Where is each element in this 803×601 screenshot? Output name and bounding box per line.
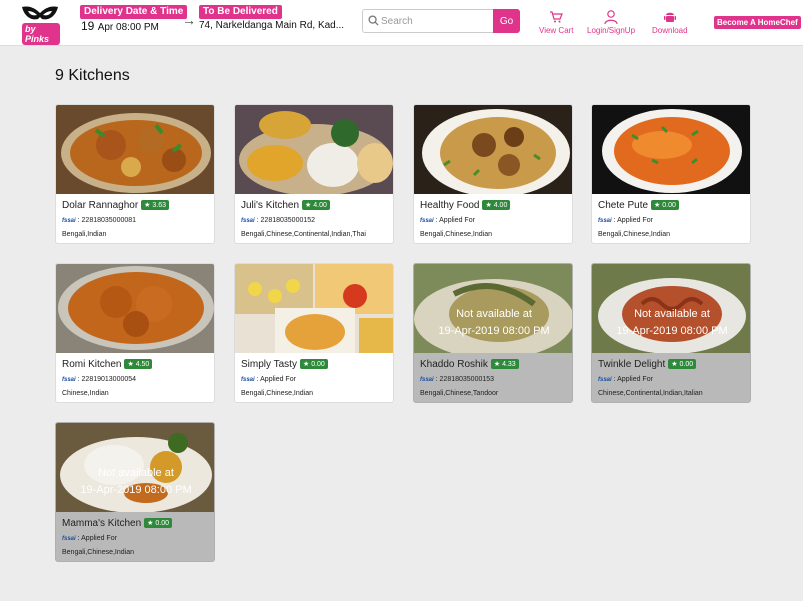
kitchen-card[interactable]: Simply Tasty ★ 0.00 fssai : Applied For B… [234, 263, 394, 403]
kitchen-name: Dolar Rannaghor ★ 3.63 [62, 200, 170, 211]
star-icon: ★ [127, 361, 134, 368]
license-info: fssai : 22818035000081 [62, 217, 137, 224]
star-icon: ★ [493, 361, 501, 368]
kitchen-card-unavailable[interactable]: Not available at 19-Apr-2019 08:00 PM Mam… [55, 422, 215, 562]
kitchen-name: Mamma's Kitchen ★ 0.00 [62, 518, 173, 529]
deliver-to-label[interactable]: To Be Delivered [199, 5, 282, 19]
kitchen-name: Romi Kitchen ★ 4.50 [62, 359, 153, 370]
search-input[interactable] [381, 13, 489, 29]
brand-logo[interactable]: by Pinks [20, 3, 60, 45]
cuisine-list: Bengali,Chinese,Indian [62, 549, 134, 556]
cuisine-list: Bengali,Chinese,Tandoor [420, 390, 499, 397]
cuisine-list: Bengali,Chinese,Continental,Indian,Thai [241, 231, 366, 238]
license-info: fssai : 22818035000153 [420, 376, 495, 383]
unavailable-notice: Not available at 19-Apr-2019 08:00 PM [616, 308, 728, 337]
delivery-date-value[interactable]: 19 Apr 08:00 PM [81, 19, 159, 33]
delivery-address[interactable]: 74, Narkeldanga Main Rd, Kad... [199, 20, 344, 31]
kitchen-name: Juli's Kitchen ★ 4.00 [241, 200, 330, 211]
search-go-button[interactable]: Go [493, 9, 520, 33]
star-icon: ★ [144, 202, 151, 209]
user-icon [604, 10, 618, 24]
android-icon [663, 12, 676, 22]
kitchen-name: Chete Pute ★ 0.00 [598, 200, 679, 211]
star-icon: ★ [305, 202, 312, 209]
unavailable-notice: Not available at 19-Apr-2019 08:00 PM [438, 308, 550, 337]
kitchen-card[interactable]: Healthy Food ★ 4.00 fssai : Applied For B… [413, 104, 573, 244]
login-signup-link[interactable]: Login/SignUp [587, 10, 635, 35]
page-title: 9 Kitchens [55, 67, 130, 84]
license-info: fssai : Applied For [62, 535, 117, 542]
food-image [56, 264, 214, 353]
kitchen-name: Twinkle Delight ★ 0.00 [598, 359, 697, 370]
fssai-logo: fssai [598, 218, 612, 224]
rating-badge: ★ 4.00 [302, 200, 330, 210]
fssai-logo: fssai [598, 377, 612, 383]
rating-badge: ★ 3.63 [141, 200, 170, 210]
license-info: fssai : 22818035000152 [241, 217, 316, 224]
view-cart-label: View Cart [539, 26, 574, 35]
kitchen-card-unavailable[interactable]: Not available at 19-Apr-2019 08:00 PM Kha… [413, 263, 573, 403]
kitchen-name: Simply Tasty ★ 0.00 [241, 359, 328, 370]
star-icon: ★ [485, 202, 492, 209]
rating-badge: ★ 4.00 [482, 200, 511, 210]
license-info: fssai : Applied For [241, 376, 296, 383]
fssai-logo: fssai [241, 377, 255, 383]
login-label: Login/SignUp [587, 26, 636, 35]
food-image [235, 105, 393, 194]
food-image [56, 105, 214, 194]
rating-badge: ★ 0.00 [144, 518, 173, 528]
rating-badge: ★ 0.00 [299, 359, 328, 369]
star-icon: ★ [147, 520, 154, 527]
download-label: Download [652, 26, 688, 35]
view-cart-link[interactable]: View Cart [539, 10, 574, 35]
kitchen-card-unavailable[interactable]: Not available at 19-Apr-2019 08:00 PM Twi… [591, 263, 751, 403]
unavailable-notice: Not available at 19-Apr-2019 08:00 PM [80, 467, 192, 496]
fssai-logo: fssai [241, 218, 255, 224]
kitchen-name: Healthy Food ★ 4.00 [420, 200, 511, 211]
rating-badge: ★ 0.00 [651, 200, 679, 210]
kitchen-card[interactable]: Chete Pute ★ 0.00 fssai : Applied For Ben… [591, 104, 751, 244]
delivery-date-label[interactable]: Delivery Date & Time [80, 5, 188, 19]
rating-badge: ★ 4.50 [124, 359, 153, 369]
license-info: fssai : Applied For [420, 217, 475, 224]
cuisine-list: Bengali,Indian [62, 231, 107, 238]
cuisine-list: Bengali,Chinese,Indian [598, 231, 670, 238]
kitchen-card[interactable]: Romi Kitchen ★ 4.50 fssai : 2281901300005… [55, 263, 215, 403]
top-header: by Pinks Delivery Date & Time 19 Apr 08:… [0, 0, 803, 46]
kitchen-name: Khaddo Roshik ★ 4.33 [420, 359, 519, 370]
star-icon: ★ [302, 361, 310, 368]
kitchen-card[interactable]: Dolar Rannaghor ★ 3.63 fssai : 2281803500… [55, 104, 215, 244]
food-image [592, 105, 750, 194]
star-icon: ★ [654, 202, 661, 209]
cuisine-list: Bengali,Chinese,Indian [420, 231, 492, 238]
fssai-logo: fssai [62, 218, 76, 224]
search-icon [368, 15, 379, 26]
become-homechef-button[interactable]: Become A HomeChef [714, 16, 801, 29]
cuisine-list: Chinese,Indian [62, 390, 109, 397]
search-box[interactable] [362, 9, 493, 33]
delivery-time: Apr 08:00 PM [97, 22, 159, 33]
download-app-link[interactable]: Download [652, 10, 688, 35]
cuisine-list: Chinese,Continental,Indian,Italian [598, 390, 703, 397]
fssai-logo: fssai [62, 377, 76, 383]
star-icon: ★ [671, 361, 678, 368]
kitchen-card[interactable]: Juli's Kitchen ★ 4.00 fssai : 22818035000… [234, 104, 394, 244]
fssai-logo: fssai [420, 218, 434, 224]
fssai-logo: fssai [420, 377, 434, 383]
cuisine-list: Bengali,Chinese,Indian [241, 390, 313, 397]
license-info: fssai : Applied For [598, 217, 653, 224]
rating-badge: ★ 0.00 [668, 359, 697, 369]
food-image [235, 264, 393, 353]
cart-icon [550, 11, 564, 23]
logo-text: by Pinks [22, 23, 60, 45]
delivery-day: 19 [81, 19, 95, 33]
license-info: fssai : Applied For [598, 376, 653, 383]
arrow-right-icon: → [182, 12, 196, 28]
food-image [414, 105, 572, 194]
fssai-logo: fssai [62, 536, 76, 542]
license-info: fssai : 22819013000054 [62, 376, 137, 383]
rating-badge: ★ 4.33 [490, 359, 519, 369]
